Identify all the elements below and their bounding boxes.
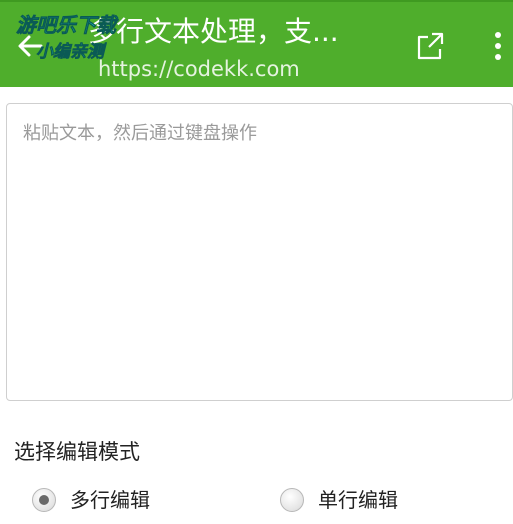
radio-button-selected[interactable] [32,488,56,512]
page-title: 多行文本处理，支... [88,15,339,48]
status-divider [0,0,513,2]
edit-mode-label: 选择编辑模式 [14,440,140,464]
radio-dot-icon [39,495,49,505]
app-bar: 多行文本处理，支... https://codekk.com 游吧乐下载 小编亲… [0,0,513,87]
radio-multi-line[interactable]: 多行编辑 [32,483,150,517]
radio-button-unselected[interactable] [280,488,304,512]
share-button[interactable] [412,28,448,64]
radio-single-label: 单行编辑 [318,488,398,512]
more-options-button[interactable] [484,28,512,64]
arrow-left-icon [18,35,43,57]
back-button[interactable] [12,28,48,64]
more-vert-icon [495,32,501,38]
share-icon [417,32,444,60]
radio-single-line[interactable]: 单行编辑 [280,483,398,517]
text-input[interactable] [6,103,513,401]
radio-multi-label: 多行编辑 [70,488,150,512]
page-subtitle: https://codekk.com [98,57,300,81]
